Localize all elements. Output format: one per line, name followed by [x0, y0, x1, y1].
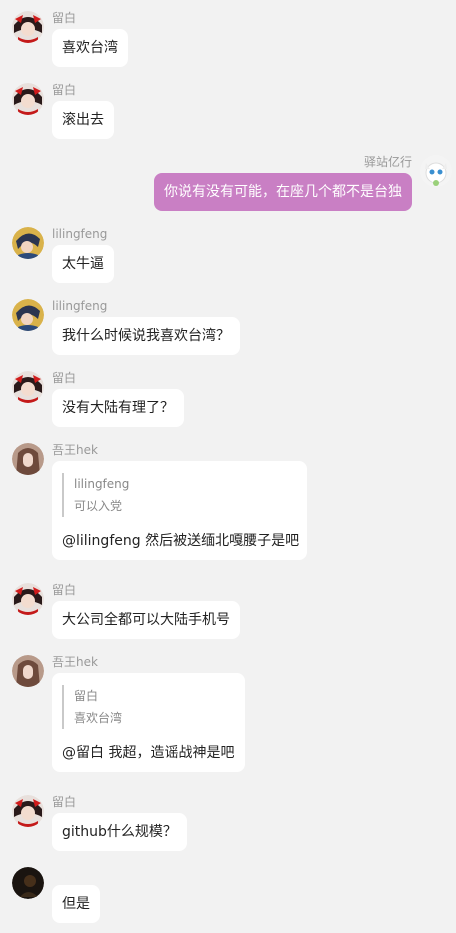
- sender-name: lilingfeng: [52, 227, 108, 241]
- message-bubble[interactable]: lilingfeng 可以入党 @lilingfeng 然后被送缅北嘎腰子是吧: [52, 461, 307, 560]
- touhou-girl-avatar[interactable]: [12, 795, 44, 827]
- touhou-girl-avatar[interactable]: [12, 371, 44, 403]
- sender-name: 留白: [52, 83, 77, 97]
- sender-name: 留白: [52, 583, 77, 597]
- long-hair-avatar[interactable]: [12, 443, 44, 475]
- sender-name: 吾王hek: [52, 655, 98, 669]
- message-bubble[interactable]: 没有大陆有理了？: [52, 389, 184, 427]
- message-bubble[interactable]: 留白 喜欢台湾 @留白 我超，造谣战神是吧: [52, 673, 245, 772]
- touhou-girl-avatar[interactable]: [12, 583, 44, 615]
- quote-text: 喜欢台湾: [74, 711, 123, 725]
- sender-name: 驿站亿行: [363, 155, 412, 169]
- reply-quote[interactable]: lilingfeng 可以入党: [62, 473, 297, 517]
- quote-text: 可以入党: [74, 499, 123, 513]
- message-bubble[interactable]: 滚出去: [52, 101, 114, 139]
- message-bubble[interactable]: 你说有没有可能，在座几个都不是台独: [154, 173, 412, 211]
- quote-author: lilingfeng: [74, 477, 130, 491]
- message-bubble[interactable]: 我什么时候说我喜欢台湾？: [52, 317, 240, 355]
- anime-boy-avatar[interactable]: [12, 299, 44, 331]
- reply-text: @lilingfeng 然后被送缅北嘎腰子是吧: [62, 533, 300, 549]
- message-bubble[interactable]: 太牛逼: [52, 245, 114, 283]
- touhou-girl-avatar[interactable]: [12, 11, 44, 43]
- anime-boy-avatar[interactable]: [12, 227, 44, 259]
- quote-author: 留白: [74, 689, 99, 703]
- dark-avatar[interactable]: [12, 867, 44, 899]
- message-bubble[interactable]: 大公司全都可以大陆手机号: [52, 601, 240, 639]
- white-cat-avatar[interactable]: [420, 155, 452, 187]
- message-bubble[interactable]: 但是: [52, 885, 100, 923]
- sender-name: 留白: [52, 371, 77, 385]
- message-bubble[interactable]: github什么规模？: [52, 813, 187, 851]
- long-hair-avatar[interactable]: [12, 655, 44, 687]
- reply-text: @留白 我超，造谣战神是吧: [62, 745, 235, 761]
- sender-name: 留白: [52, 795, 77, 809]
- reply-quote[interactable]: 留白 喜欢台湾: [62, 685, 235, 729]
- touhou-girl-avatar[interactable]: [12, 83, 44, 115]
- sender-name: lilingfeng: [52, 299, 108, 313]
- sender-name: 留白: [52, 11, 77, 25]
- sender-name: 吾王hek: [52, 443, 98, 457]
- message-bubble[interactable]: 喜欢台湾: [52, 29, 128, 67]
